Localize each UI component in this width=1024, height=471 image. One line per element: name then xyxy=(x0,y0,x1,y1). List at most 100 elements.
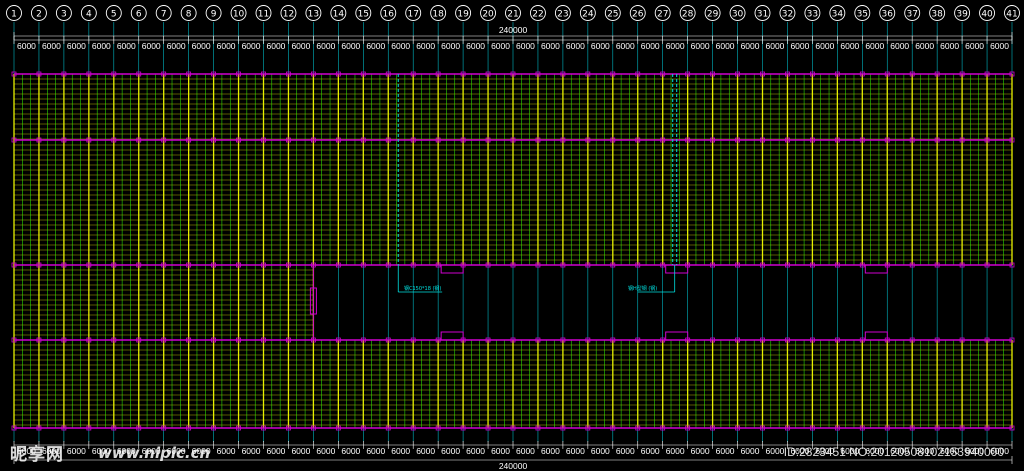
bay-dimension-label: 6000 xyxy=(766,446,785,456)
bay-dimension-label: 6000 xyxy=(641,446,660,456)
axis-label: 38 xyxy=(931,10,943,20)
bay-dimension-label: 6000 xyxy=(316,41,335,51)
bay-dimension-label: 6000 xyxy=(691,41,710,51)
bay-dimension-label: 6000 xyxy=(741,41,760,51)
axis-label: 34 xyxy=(832,10,844,20)
bay-dimension-label: 6000 xyxy=(915,41,934,51)
axis-label: 27 xyxy=(657,10,668,20)
axis-label: 8 xyxy=(186,10,192,20)
bay-dimension-label: 6000 xyxy=(591,41,610,51)
bay-dimension-label: 6000 xyxy=(92,41,111,51)
axis-label: 35 xyxy=(857,10,868,20)
axis-label: 1 xyxy=(11,10,17,20)
structural-floor-plan: 1 2 3 4 5 6 7 8 9 10 11 12 13 14 15 16 17 18 19 20 21 22 23 24 2… xyxy=(0,0,1024,471)
bay-dimension-label: 6000 xyxy=(17,41,36,51)
bay-dimension-label: 6000 xyxy=(591,446,610,456)
axis-label: 16 xyxy=(383,10,395,20)
bay-dimension-label: 6000 xyxy=(491,41,510,51)
annotation-left: 钢C150*18 (钢) xyxy=(404,285,441,292)
bay-dimension-label: 6000 xyxy=(840,41,859,51)
axis-label: 24 xyxy=(582,10,594,20)
axis-label: 3 xyxy=(61,10,67,20)
bay-dimension-label: 6000 xyxy=(291,41,310,51)
bay-dimension-label: 6000 xyxy=(267,446,286,456)
bay-dimension-label: 6000 xyxy=(42,41,61,51)
bay-dimension-label: 6000 xyxy=(217,446,236,456)
bay-dimension-label: 6000 xyxy=(716,446,735,456)
bay-dimension-label: 6000 xyxy=(466,41,485,51)
bay-dimension-label: 6000 xyxy=(441,41,460,51)
bay-dimension-label: 6000 xyxy=(741,446,760,456)
axis-label: 25 xyxy=(607,10,618,20)
bay-dimension-label: 6000 xyxy=(790,41,809,51)
bay-dimension-label: 6000 xyxy=(691,446,710,456)
bay-dimension-label: 6000 xyxy=(566,41,585,51)
axis-label: 21 xyxy=(507,10,518,20)
bay-dimension-label: 6000 xyxy=(965,41,984,51)
axis-label: 4 xyxy=(86,10,92,20)
bay-dimension-label: 6000 xyxy=(541,41,560,51)
bay-dimension-label: 6000 xyxy=(666,446,685,456)
axis-label: 23 xyxy=(557,10,568,20)
axis-label: 9 xyxy=(211,10,217,20)
bay-dimension-label: 6000 xyxy=(391,446,410,456)
total-dimension-label: 240000 xyxy=(499,461,528,471)
bay-dimension-label: 6000 xyxy=(491,446,510,456)
bay-dimension-label: 6000 xyxy=(441,446,460,456)
axis-label: 22 xyxy=(532,10,543,20)
axis-label: 17 xyxy=(407,10,418,20)
axis-label: 39 xyxy=(956,10,968,20)
bay-dimension-label: 6000 xyxy=(416,446,435,456)
axis-label: 19 xyxy=(457,10,469,20)
bay-dimension-label: 6000 xyxy=(341,41,360,51)
watermark-logo: 昵享网 xyxy=(10,445,64,465)
bay-dimension-label: 6000 xyxy=(416,41,435,51)
axis-label: 31 xyxy=(757,10,768,20)
bay-dimension-label: 6000 xyxy=(67,446,86,456)
bay-dimension-label: 6000 xyxy=(940,41,959,51)
bay-dimension-label: 6000 xyxy=(242,41,261,51)
bay-dimension-label: 6000 xyxy=(267,41,286,51)
axis-label: 41 xyxy=(1006,10,1017,20)
axis-label: 10 xyxy=(233,10,245,20)
axis-label: 32 xyxy=(782,10,793,20)
bay-dimension-label: 6000 xyxy=(890,41,909,51)
bay-dimension-label: 6000 xyxy=(366,41,385,51)
bay-dimension-label: 6000 xyxy=(516,446,535,456)
axis-label: 29 xyxy=(707,10,719,20)
bay-dimension-label: 6000 xyxy=(516,41,535,51)
bay-dimension-label: 6000 xyxy=(391,41,410,51)
bay-dimension-label: 6000 xyxy=(865,41,884,51)
watermark-id: ID:2823451 NO:20120508102153940000 xyxy=(783,445,1004,459)
axis-label: 37 xyxy=(906,10,917,20)
axis-label: 14 xyxy=(333,10,345,20)
total-dimension-label: 240000 xyxy=(499,25,528,35)
axis-label: 6 xyxy=(136,10,142,20)
axis-label: 15 xyxy=(358,10,369,20)
axis-label: 7 xyxy=(161,10,167,20)
bay-dimension-label: 6000 xyxy=(641,41,660,51)
watermark-url: www.nipic.cn xyxy=(98,444,211,462)
axis-label: 18 xyxy=(432,10,444,20)
axis-label: 2 xyxy=(36,10,42,20)
axis-label: 5 xyxy=(111,10,117,20)
bay-dimension-label: 6000 xyxy=(192,41,211,51)
axis-label: 40 xyxy=(981,10,993,20)
bay-dimension-label: 6000 xyxy=(67,41,86,51)
bay-dimension-label: 6000 xyxy=(466,446,485,456)
axis-label: 11 xyxy=(258,10,269,20)
bay-dimension-label: 6000 xyxy=(541,446,560,456)
axis-label: 28 xyxy=(682,10,694,20)
bay-dimension-label: 6000 xyxy=(990,41,1009,51)
bay-dimension-label: 6000 xyxy=(316,446,335,456)
bay-dimension-label: 6000 xyxy=(366,446,385,456)
axis-label: 30 xyxy=(732,10,744,20)
axis-label: 33 xyxy=(807,10,818,20)
bay-dimension-label: 6000 xyxy=(766,41,785,51)
axis-label: 20 xyxy=(482,10,494,20)
bay-dimension-label: 6000 xyxy=(217,41,236,51)
bay-dimension-label: 6000 xyxy=(167,41,186,51)
bay-dimension-label: 6000 xyxy=(291,446,310,456)
axis-label: 13 xyxy=(308,10,319,20)
axis-label: 26 xyxy=(632,10,644,20)
